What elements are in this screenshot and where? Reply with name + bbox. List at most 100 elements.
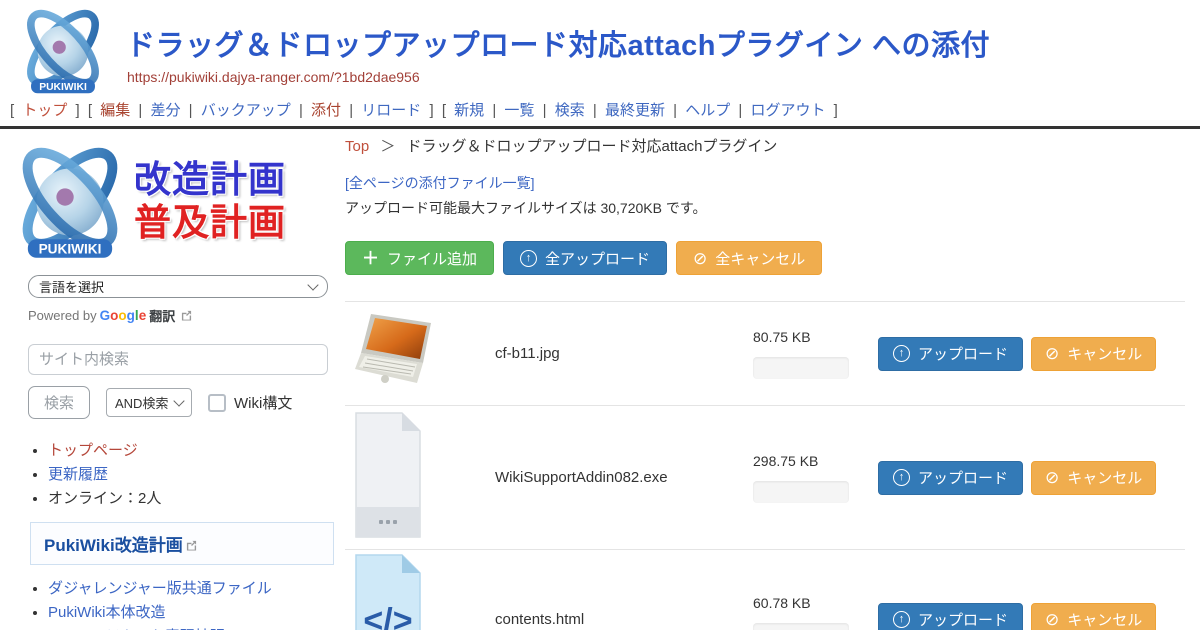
file-name: WikiSupportAddin082.exe <box>495 469 753 486</box>
google-logo: Google <box>100 308 147 323</box>
cancel-button[interactable]: ⊘ キャンセル <box>1031 337 1156 371</box>
bracket: ] <box>76 102 80 119</box>
search-controls: 検索 AND検索 Wiki構文 <box>28 386 337 419</box>
file-actions: ↑ アップロード ⊘ キャンセル <box>878 337 1156 371</box>
nav-item-edit[interactable]: 編集 <box>100 102 130 119</box>
chevron-down-icon <box>307 279 318 290</box>
file-row: </> contents.html 60.78 KB ↑ アップロード ⊘ キャ… <box>345 550 1185 630</box>
sidebar-link-common-files[interactable]: ダジャレンジャー版共通ファイル <box>48 580 272 597</box>
breadcrumb-separator: ＞ <box>380 138 395 155</box>
nav-item-backup[interactable]: バックアップ <box>201 102 291 119</box>
cancel-all-button[interactable]: ⊘ 全キャンセル <box>676 241 822 275</box>
main-content: Top ＞ ドラッグ＆ドロップアップロード対応attachプラグイン [全ページ… <box>337 129 1200 630</box>
separator: | <box>299 102 303 119</box>
sidebar-logo-text: 改造計画 普及計画 <box>134 159 286 244</box>
file-size-cell: 60.78 KB <box>753 595 878 630</box>
site-search-input[interactable] <box>28 344 328 375</box>
sidebar-link-core-mod[interactable]: PukiWiki本体改造 <box>48 604 166 621</box>
max-upload-size-text: アップロード可能最大ファイルサイズは 30,720KB です。 <box>345 198 1185 218</box>
bracket: ] <box>429 102 433 119</box>
file-name: cf-b11.jpg <box>495 345 753 362</box>
ban-icon: ⊘ <box>1045 469 1059 486</box>
ban-icon: ⊘ <box>693 250 707 267</box>
wiki-syntax-label: Wiki構文 <box>234 392 292 413</box>
file-actions: ↑ アップロード ⊘ キャンセル <box>878 461 1156 495</box>
translate-label[interactable]: 翻訳 <box>149 306 175 325</box>
nav-item-diff[interactable]: 差分 <box>150 102 180 119</box>
nav-item-new[interactable]: 新規 <box>454 102 484 119</box>
wiki-syntax-checkbox[interactable] <box>208 394 226 412</box>
file-size-cell: 80.75 KB <box>753 329 878 379</box>
upload-icon: ↑ <box>893 469 910 486</box>
ban-icon: ⊘ <box>1045 345 1059 362</box>
pukiwiki-atom-logo-icon[interactable]: PUKIWIKI <box>8 4 118 98</box>
all-pages-attach-list-link[interactable]: [全ページの添付ファイル一覧] <box>345 173 535 193</box>
cancel-button[interactable]: ⊘ キャンセル <box>1031 461 1156 495</box>
upload-button[interactable]: ↑ アップロード <box>878 337 1023 371</box>
language-select[interactable]: 言語を選択 <box>28 275 328 298</box>
ban-icon: ⊘ <box>1045 611 1059 628</box>
nav-item-recent[interactable]: 最終更新 <box>605 102 665 119</box>
breadcrumb: Top ＞ ドラッグ＆ドロップアップロード対応attachプラグイン <box>345 135 1185 156</box>
html-file-icon: </> <box>355 554 421 630</box>
pending-file-list: cf-b11.jpg 80.75 KB ↑ アップロード ⊘ キャンセル <box>345 301 1185 630</box>
list-item: ダジャレンジャー版共通ファイル <box>48 578 337 600</box>
google-translate-attribution: Powered by Google 翻訳 <box>28 306 337 325</box>
site-url-link[interactable]: https://pukiwiki.dajya-ranger.com/?1bd2d… <box>127 69 420 85</box>
nav-item-logout[interactable]: ログアウト <box>750 102 825 119</box>
svg-text:</>: </> <box>363 602 412 630</box>
bracket: ] <box>834 102 838 119</box>
upload-progress-bar <box>753 357 849 379</box>
upload-all-button[interactable]: ↑ 全アップロード <box>503 241 667 275</box>
file-row: cf-b11.jpg 80.75 KB ↑ アップロード ⊘ キャンセル <box>345 302 1185 406</box>
separator: | <box>349 102 353 119</box>
breadcrumb-current: ドラッグ＆ドロップアップロード対応attachプラグイン <box>407 138 778 155</box>
nav-item-list[interactable]: 一覧 <box>504 102 534 119</box>
list-item: PukiWikiテキスト表現拡張 <box>48 626 337 630</box>
search-button[interactable]: 検索 <box>28 386 90 419</box>
chevron-down-icon <box>173 395 184 406</box>
logo-brand-text: PUKIWIKI <box>39 241 102 256</box>
nav-item-top[interactable]: トップ <box>22 102 67 119</box>
add-file-button[interactable]: ＋ ファイル追加 <box>345 241 494 275</box>
separator: | <box>593 102 597 119</box>
laptop-photo-thumbnail <box>355 311 437 391</box>
upload-button[interactable]: ↑ アップロード <box>878 603 1023 630</box>
file-size-cell: 298.75 KB <box>753 453 878 503</box>
nav-item-reload[interactable]: リロード <box>361 102 421 119</box>
bracket: [ <box>10 102 14 119</box>
pukiwiki-atom-logo-icon: PUKIWIKI <box>8 140 132 264</box>
upload-button[interactable]: ↑ アップロード <box>878 461 1023 495</box>
upload-progress-bar <box>753 623 849 630</box>
search-mode-select[interactable]: AND検索 <box>106 388 192 417</box>
separator: | <box>492 102 496 119</box>
upload-icon: ↑ <box>893 611 910 628</box>
list-item: PukiWiki本体改造 <box>48 602 337 624</box>
top-navbar: [ トップ ] [ 編集 | 差分 | バックアップ | 添付 | リロード ]… <box>0 97 1200 126</box>
nav-item-help[interactable]: ヘルプ <box>685 102 730 119</box>
sidebar: PUKIWIKI 改造計画 普及計画 言語を選択 Powered by Goog… <box>0 129 337 630</box>
nav-item-search[interactable]: 検索 <box>555 102 585 119</box>
upload-icon: ↑ <box>893 345 910 362</box>
list-item: 更新履歴 <box>48 464 337 486</box>
sidebar-link-toppage[interactable]: トップページ <box>48 442 138 459</box>
list-item: オンライン：2人 <box>48 488 337 510</box>
file-row: WikiSupportAddin082.exe 298.75 KB ↑ アップロ… <box>345 406 1185 550</box>
list-item: トップページ <box>48 440 337 462</box>
file-actions: ↑ アップロード ⊘ キャンセル <box>878 603 1156 630</box>
file-thumbnail-cell: </> <box>345 554 495 630</box>
breadcrumb-top-link[interactable]: Top <box>345 138 369 155</box>
page-title: ドラッグ＆ドロップアップロード対応attachプラグイン への添付 <box>126 22 990 64</box>
nav-item-attach[interactable]: 添付 <box>311 102 341 119</box>
external-link-icon <box>186 540 197 551</box>
sidebar-link-history[interactable]: 更新履歴 <box>48 466 108 483</box>
generic-file-icon <box>355 412 421 538</box>
upload-progress-bar <box>753 481 849 503</box>
sidebar-logo[interactable]: PUKIWIKI 改造計画 普及計画 <box>8 133 337 271</box>
powered-by-label: Powered by <box>28 308 97 323</box>
logo-brand-text: PUKIWIKI <box>39 82 87 93</box>
cancel-button[interactable]: ⊘ キャンセル <box>1031 603 1156 630</box>
file-size: 298.75 KB <box>753 453 878 469</box>
pukiwiki-kaizou-link[interactable]: PukiWiki改造計画 <box>44 536 183 555</box>
file-thumbnail-cell <box>345 311 495 396</box>
